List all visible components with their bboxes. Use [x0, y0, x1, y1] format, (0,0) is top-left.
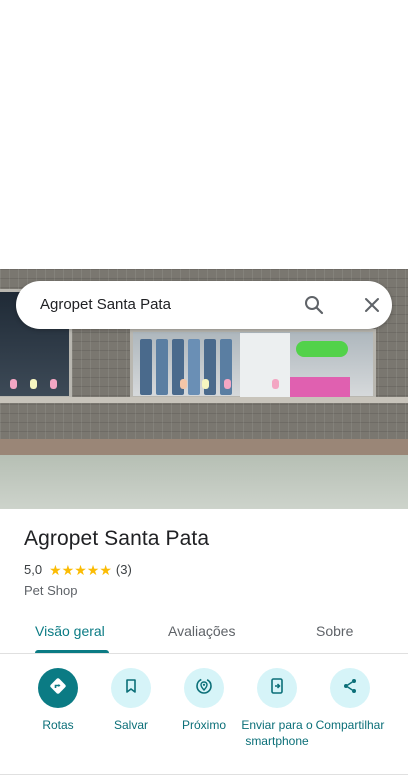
star-icon: ★ [99, 561, 112, 578]
decal [30, 379, 37, 389]
share-button-circle [330, 668, 370, 708]
divider [0, 774, 408, 775]
window-sill [0, 397, 408, 403]
decal [10, 379, 17, 389]
send-to-phone-button[interactable]: Enviar para o smartphone [237, 668, 317, 749]
rating-value: 5,0 [24, 562, 43, 577]
send-to-phone-icon [268, 677, 286, 700]
clothing-item [156, 339, 168, 395]
save-label: Salvar [113, 718, 148, 732]
clothing-item [188, 339, 200, 395]
share-label: Compartilhar [315, 718, 385, 732]
nearby-label: Próximo [181, 718, 226, 732]
search-icon[interactable] [304, 295, 324, 315]
share-button[interactable]: Compartilhar [310, 668, 390, 733]
share-icon [341, 677, 359, 700]
save-button[interactable]: Salvar [91, 668, 171, 733]
search-input[interactable]: Agropet Santa Pata [40, 296, 171, 313]
decal [180, 379, 187, 389]
tab-reviews[interactable]: Avaliações [168, 623, 235, 639]
nearby-button[interactable]: Próximo [164, 668, 244, 733]
star-rating: ★ ★ ★ ★ ★ [49, 563, 112, 577]
tab-overview[interactable]: Visão geral [35, 623, 105, 639]
place-title: Agropet Santa Pata [24, 527, 210, 550]
stone-ledge [0, 439, 408, 455]
decal [202, 379, 209, 389]
tab-bar: Visão geral Avaliações Sobre [0, 610, 408, 654]
decal [50, 379, 57, 389]
pet-bed [290, 377, 350, 397]
close-icon[interactable] [362, 295, 382, 315]
nearby-icon [194, 676, 214, 701]
tab-about[interactable]: Sobre [316, 623, 353, 639]
active-tab-indicator [35, 650, 109, 653]
bookmark-icon [122, 677, 140, 700]
send-to-phone-button-circle [257, 668, 297, 708]
directions-button-circle [38, 668, 78, 708]
lower-wall [0, 455, 408, 509]
send-to-phone-label: Enviar para o smartphone [241, 718, 313, 748]
star-icon: ★ [86, 561, 100, 578]
nearby-button-circle [184, 668, 224, 708]
place-category[interactable]: Pet Shop [24, 583, 78, 598]
action-bar: Rotas Salvar Próximo Enviar para o smart… [0, 664, 408, 774]
pet-bed [296, 341, 348, 357]
review-count[interactable]: (3) [116, 562, 132, 577]
decal [272, 379, 279, 389]
directions-label: Rotas [42, 718, 74, 732]
clothing-item [140, 339, 152, 395]
rating-row[interactable]: 5,0 ★ ★ ★ ★ ★ (3) [24, 562, 132, 577]
blank-area [0, 0, 408, 269]
search-bar[interactable]: Agropet Santa Pata [16, 281, 392, 329]
star-icon: ★ [49, 561, 62, 578]
decal [224, 379, 231, 389]
star-icon: ★ [74, 561, 87, 578]
shelf [240, 333, 290, 397]
directions-button[interactable]: Rotas [18, 668, 98, 733]
star-icon: ★ [61, 561, 75, 578]
save-button-circle [111, 668, 151, 708]
directions-icon [48, 676, 68, 701]
